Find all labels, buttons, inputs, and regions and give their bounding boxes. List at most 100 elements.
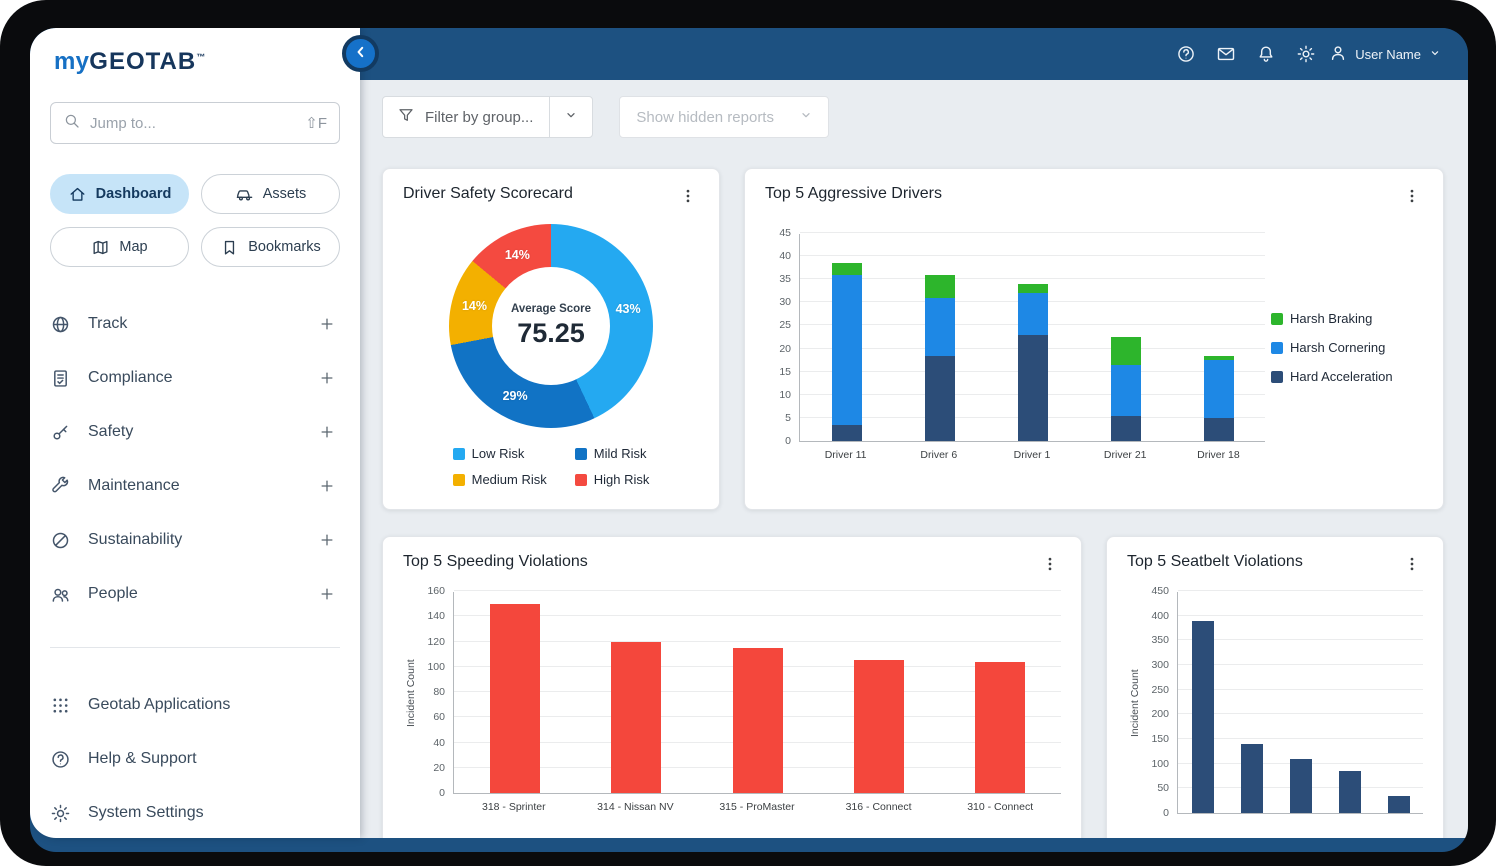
bar-segment-harsh-cornering (1018, 293, 1048, 335)
sidebar-footer-item-system-settings[interactable]: System Settings (50, 786, 340, 838)
bar-group-driver-21 (1079, 234, 1172, 441)
plus-icon (318, 531, 336, 549)
bar-segment-harsh-cornering (1204, 360, 1234, 418)
caret-icon (1428, 46, 1442, 60)
y-tick: 300 (1151, 659, 1169, 671)
expand-maintenance-button[interactable] (314, 473, 340, 499)
topbar-bell-button[interactable] (1250, 38, 1282, 70)
search-input[interactable] (90, 115, 296, 132)
y-tick: 45 (779, 227, 791, 239)
jump-to-search: ⇧F (50, 102, 340, 144)
topbar-mail-button[interactable] (1210, 38, 1242, 70)
card-top5-seatbelt-violations: Top 5 Seatbelt Violations Incident Count… (1106, 536, 1444, 838)
sidebar-button-bookmarks[interactable]: Bookmarks (201, 227, 340, 267)
bar-group-310-connect (940, 592, 1061, 793)
sidebar: myGEOTAB™ ⇧F DashboardAssetsMapBookmarks… (30, 28, 360, 838)
person-icon (1328, 43, 1348, 63)
sidebar-footer-item-geotab-applications[interactable]: Geotab Applications (50, 678, 340, 732)
expand-safety-button[interactable] (314, 419, 340, 445)
search-icon (63, 112, 81, 130)
expand-people-button[interactable] (314, 581, 340, 607)
y-tick: 100 (1151, 758, 1169, 770)
x-axis-labels: Driver 11Driver 6Driver 1Driver 21Driver… (799, 449, 1265, 461)
card-menu-button[interactable] (677, 185, 699, 210)
help-icon (50, 749, 71, 770)
sidebar-button-map[interactable]: Map (50, 227, 189, 267)
nav-label: Compliance (88, 369, 297, 387)
sidebar-button-assets[interactable]: Assets (201, 174, 340, 214)
map-icon (91, 238, 110, 257)
bar-group-318-sprinter (454, 592, 575, 793)
sidebar-item-compliance[interactable]: Compliance (50, 351, 340, 405)
gridline (800, 232, 1265, 233)
show-hidden-reports-dropdown[interactable]: Show hidden reports (619, 96, 829, 138)
maintenance-icon (50, 476, 71, 497)
bars (1178, 592, 1423, 813)
filter-group-caret-button[interactable] (550, 97, 592, 137)
user-menu[interactable]: User Name (1328, 43, 1442, 66)
donut-chart: Average Score 75.25 43%29%14%14% (449, 224, 653, 428)
sidebar-item-safety[interactable]: Safety (50, 405, 340, 459)
bar-segment-hard-acceleration (1018, 335, 1048, 441)
topbar-gear-button[interactable] (1290, 38, 1322, 70)
stacked-bar-chart: 051015202530354045Driver 11Driver 6Drive… (765, 234, 1265, 461)
gear-icon (50, 803, 71, 824)
legend-item-low-risk: Low Risk (453, 446, 547, 461)
plot-area (1177, 592, 1423, 814)
bar-segment-harsh-braking (1018, 284, 1048, 293)
card-menu-button[interactable] (1039, 553, 1061, 578)
x-tick-label: Driver 6 (892, 449, 985, 461)
expand-compliance-button[interactable] (314, 365, 340, 391)
y-tick: 35 (779, 273, 791, 285)
bar-group-driver-1 (986, 234, 1079, 441)
funnel-icon (397, 106, 415, 124)
legend-item-harsh-braking: Harsh Braking (1271, 311, 1423, 326)
expand-track-button[interactable] (314, 311, 340, 337)
x-tick-label: 310 - Connect (939, 801, 1061, 813)
sidebar-nav: Track Compliance Safety Maintenance Sustaina… (50, 297, 340, 621)
legend-swatch (1271, 313, 1283, 325)
x-tick-label: 318 - Sprinter (453, 801, 575, 813)
sidebar-item-maintenance[interactable]: Maintenance (50, 459, 340, 513)
app-window: User Name Filter by group... Show hidden… (30, 28, 1468, 852)
nav-label: Help & Support (88, 750, 340, 768)
plus-icon (318, 369, 336, 387)
average-score-label: Average Score (511, 303, 591, 315)
sidebar-item-track[interactable]: Track (50, 297, 340, 351)
bar-group-driver-11 (800, 234, 893, 441)
y-tick: 10 (779, 389, 791, 401)
card-menu-button[interactable] (1401, 553, 1423, 578)
nav-label: Sustainability (88, 531, 297, 549)
help-icon (1176, 44, 1196, 64)
sidebar-footer-item-help-support[interactable]: Help & Support (50, 732, 340, 786)
slice-label-high-risk: 14% (505, 248, 530, 262)
average-score-value: 75.25 (517, 318, 585, 349)
y-tick: 50 (1157, 782, 1169, 794)
sidebar-button-dashboard[interactable]: Dashboard (50, 174, 189, 214)
bar (975, 662, 1025, 793)
card-menu-button[interactable] (1401, 185, 1423, 210)
sidebar-collapse-button[interactable] (342, 35, 379, 72)
nav-label: Geotab Applications (88, 696, 340, 714)
sidebar-item-sustainability[interactable]: Sustainability (50, 513, 340, 567)
gridline (1178, 590, 1423, 591)
y-axis-label: Incident Count (1127, 592, 1143, 814)
x-tick-label: Driver 18 (1172, 449, 1265, 461)
legend-item-high-risk: High Risk (575, 472, 650, 487)
sidebar-item-people[interactable]: People (50, 567, 340, 621)
legend-item-hard-acceleration: Hard Acceleration (1271, 369, 1423, 384)
kebab-icon (1403, 555, 1421, 573)
bar-chart: Incident Count020406080100120140160318 -… (403, 592, 1061, 813)
kebab-icon (1041, 555, 1059, 573)
card-top5-speeding-violations: Top 5 Speeding Violations Incident Count… (382, 536, 1082, 838)
filter-bar: Filter by group... Show hidden reports (382, 96, 1468, 138)
quick-buttons: Dashboard Assets Map Bookmarks (50, 174, 340, 267)
topbar-help-button[interactable] (1170, 38, 1202, 70)
bar-segment-harsh-cornering (1111, 365, 1141, 416)
plus-icon (318, 423, 336, 441)
nav-label: Maintenance (88, 477, 297, 495)
expand-sustainability-button[interactable] (314, 527, 340, 553)
y-tick: 25 (779, 319, 791, 331)
search-shortcut: ⇧F (305, 114, 327, 132)
filter-by-group-dropdown[interactable]: Filter by group... (382, 96, 593, 138)
